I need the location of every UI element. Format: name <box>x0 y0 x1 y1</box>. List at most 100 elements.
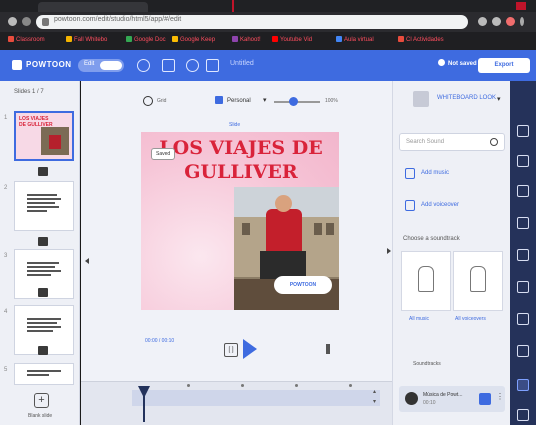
slide-transition-icon[interactable] <box>38 237 48 246</box>
timeline-scroll-down-icon[interactable]: ▾ <box>373 398 376 405</box>
canvas-area: Grid Personal ▾ 100% Slide LOS VIAJES DE… <box>81 81 392 381</box>
star-icon[interactable] <box>478 17 487 26</box>
slide-thumbnail[interactable] <box>14 181 74 231</box>
props-icon[interactable] <box>517 217 529 229</box>
bookmark-label: Youtube Vid <box>280 37 313 43</box>
prev-slide-icon[interactable] <box>85 258 89 264</box>
music-icon[interactable] <box>517 379 529 391</box>
soundtrack-card-label[interactable]: All voiceovers <box>455 316 486 322</box>
tab-divider <box>232 0 234 12</box>
extensions-icon[interactable] <box>492 17 501 26</box>
document-title[interactable]: Untitled <box>230 60 254 67</box>
export-button[interactable]: Export <box>478 58 530 73</box>
shapes-icon[interactable] <box>517 313 529 325</box>
add-audio-button[interactable] <box>479 393 491 405</box>
omnibox[interactable]: powtoon.com/edit/studio/html5/app/#/edit <box>36 15 468 29</box>
zoom-value: 100% <box>325 98 338 104</box>
share-icon[interactable] <box>206 59 219 72</box>
profile-avatar[interactable] <box>506 17 515 26</box>
photo-window <box>242 223 250 235</box>
bookmark-label: Classroom <box>16 37 45 43</box>
preview-frame-icon[interactable]: [ ] <box>224 343 238 357</box>
soundtrack-card[interactable] <box>453 251 503 311</box>
bookmark-label: Cl Actividades <box>406 37 444 43</box>
photo-person-head <box>275 195 292 212</box>
reload-icon[interactable] <box>22 17 31 26</box>
text-icon[interactable] <box>517 185 529 197</box>
app-window: powtoon.com/edit/studio/html5/app/#/edit… <box>0 0 536 425</box>
app-logo[interactable]: POWTOON <box>26 60 72 69</box>
soundtrack-card[interactable] <box>401 251 451 311</box>
add-music-button[interactable]: Add music <box>399 163 505 185</box>
bookmark-item[interactable]: Kahoot! <box>232 36 261 46</box>
bookmark-item[interactable]: Fall Whitebo <box>66 36 107 46</box>
chevron-down-icon[interactable]: ▾ <box>263 96 267 104</box>
help-icon[interactable] <box>137 59 150 72</box>
slide-thumbnail[interactable]: LOS VIAJES DE GULLIVER <box>14 111 74 161</box>
saved-tooltip: Saved <box>151 148 176 160</box>
effects-icon[interactable] <box>517 281 529 293</box>
bookmark-label: Google Doc <box>134 37 166 43</box>
slide-title[interactable]: LOS VIAJES DE GULLIVER <box>145 136 337 184</box>
sound-search-input[interactable]: Search Sound <box>399 133 505 151</box>
close-window-icon[interactable] <box>516 2 526 10</box>
bookmark-item[interactable]: Classroom <box>8 36 45 46</box>
browser-address-bar: powtoon.com/edit/studio/html5/app/#/edit <box>0 12 536 32</box>
upload-icon[interactable] <box>517 409 529 421</box>
slide-thumbnail[interactable] <box>14 363 74 385</box>
preset-icon[interactable] <box>215 96 223 104</box>
soundtrack-card-label[interactable]: All music <box>409 316 429 322</box>
timer-icon[interactable] <box>162 59 175 72</box>
more-options-icon[interactable]: ⋮ <box>496 392 504 401</box>
timeline-track[interactable] <box>132 390 380 406</box>
search-icon[interactable] <box>186 59 199 72</box>
bookmark-item[interactable]: Google Doc <box>126 36 166 46</box>
add-slide-button[interactable]: + <box>34 393 49 408</box>
bookmark-item[interactable]: Cl Actividades <box>398 36 444 46</box>
media-icon[interactable] <box>517 345 529 357</box>
bookmark-icon <box>66 36 72 42</box>
menu-icon[interactable] <box>520 17 524 26</box>
timeline-scroll-up-icon[interactable]: ▴ <box>373 388 376 395</box>
bookmark-label: Aula virtual <box>344 37 374 43</box>
zoom-slider-handle[interactable] <box>289 97 298 106</box>
slide-transition-icon[interactable] <box>38 288 48 297</box>
sound-panel: WHITEBOARD LOOK ▾ Search Sound Add music… <box>392 81 510 425</box>
style-title[interactable]: WHITEBOARD LOOK <box>437 95 496 101</box>
browser-tab-strip <box>0 0 536 12</box>
audio-item[interactable]: Música de Powt... 00:10 ⋮ <box>399 386 505 412</box>
preset-dropdown[interactable]: Personal <box>227 98 251 104</box>
volume-icon[interactable] <box>326 344 335 354</box>
thumbnail-text-lines <box>27 370 63 378</box>
background-icon[interactable] <box>517 155 529 167</box>
chevron-down-icon[interactable]: ▾ <box>497 95 501 103</box>
powtoon-logo-icon <box>12 60 22 70</box>
edit-mode-toggle[interactable]: Edit <box>78 59 124 72</box>
save-icon <box>438 59 445 66</box>
back-icon[interactable] <box>8 17 17 26</box>
slide-transition-icon[interactable] <box>38 167 48 176</box>
bookmark-item[interactable]: Google Keep <box>172 36 215 46</box>
grid-toggle-icon[interactable] <box>143 96 153 106</box>
slide-canvas[interactable]: LOS VIAJES DE GULLIVER Saved POWTOON <box>141 132 339 310</box>
browser-tab[interactable] <box>38 2 148 12</box>
character-figure <box>470 266 486 292</box>
add-voiceover-button[interactable]: Add voiceover <box>399 195 505 217</box>
characters-icon[interactable] <box>517 249 529 261</box>
next-slide-icon[interactable] <box>387 248 391 254</box>
search-icon[interactable] <box>490 138 498 146</box>
thumbnail-text-lines <box>27 262 63 278</box>
bookmark-item[interactable]: Youtube Vid <box>272 36 312 46</box>
photo-person-shirt <box>266 209 302 253</box>
soundtracks-link[interactable]: Soundtracks <box>413 361 441 367</box>
figure-shape <box>49 135 61 149</box>
bookmark-item[interactable]: Aula virtual <box>336 36 374 46</box>
slide-number: 4 <box>4 309 8 315</box>
play-icon[interactable] <box>243 339 257 359</box>
photo-person-legs <box>260 251 306 279</box>
timeline[interactable]: ▴ ▾ <box>81 381 392 425</box>
slide-transition-icon[interactable] <box>38 346 48 355</box>
character-figure <box>418 266 434 292</box>
scenes-icon[interactable] <box>517 125 529 137</box>
url-text: powtoon.com/edit/studio/html5/app/#/edit <box>54 16 182 23</box>
